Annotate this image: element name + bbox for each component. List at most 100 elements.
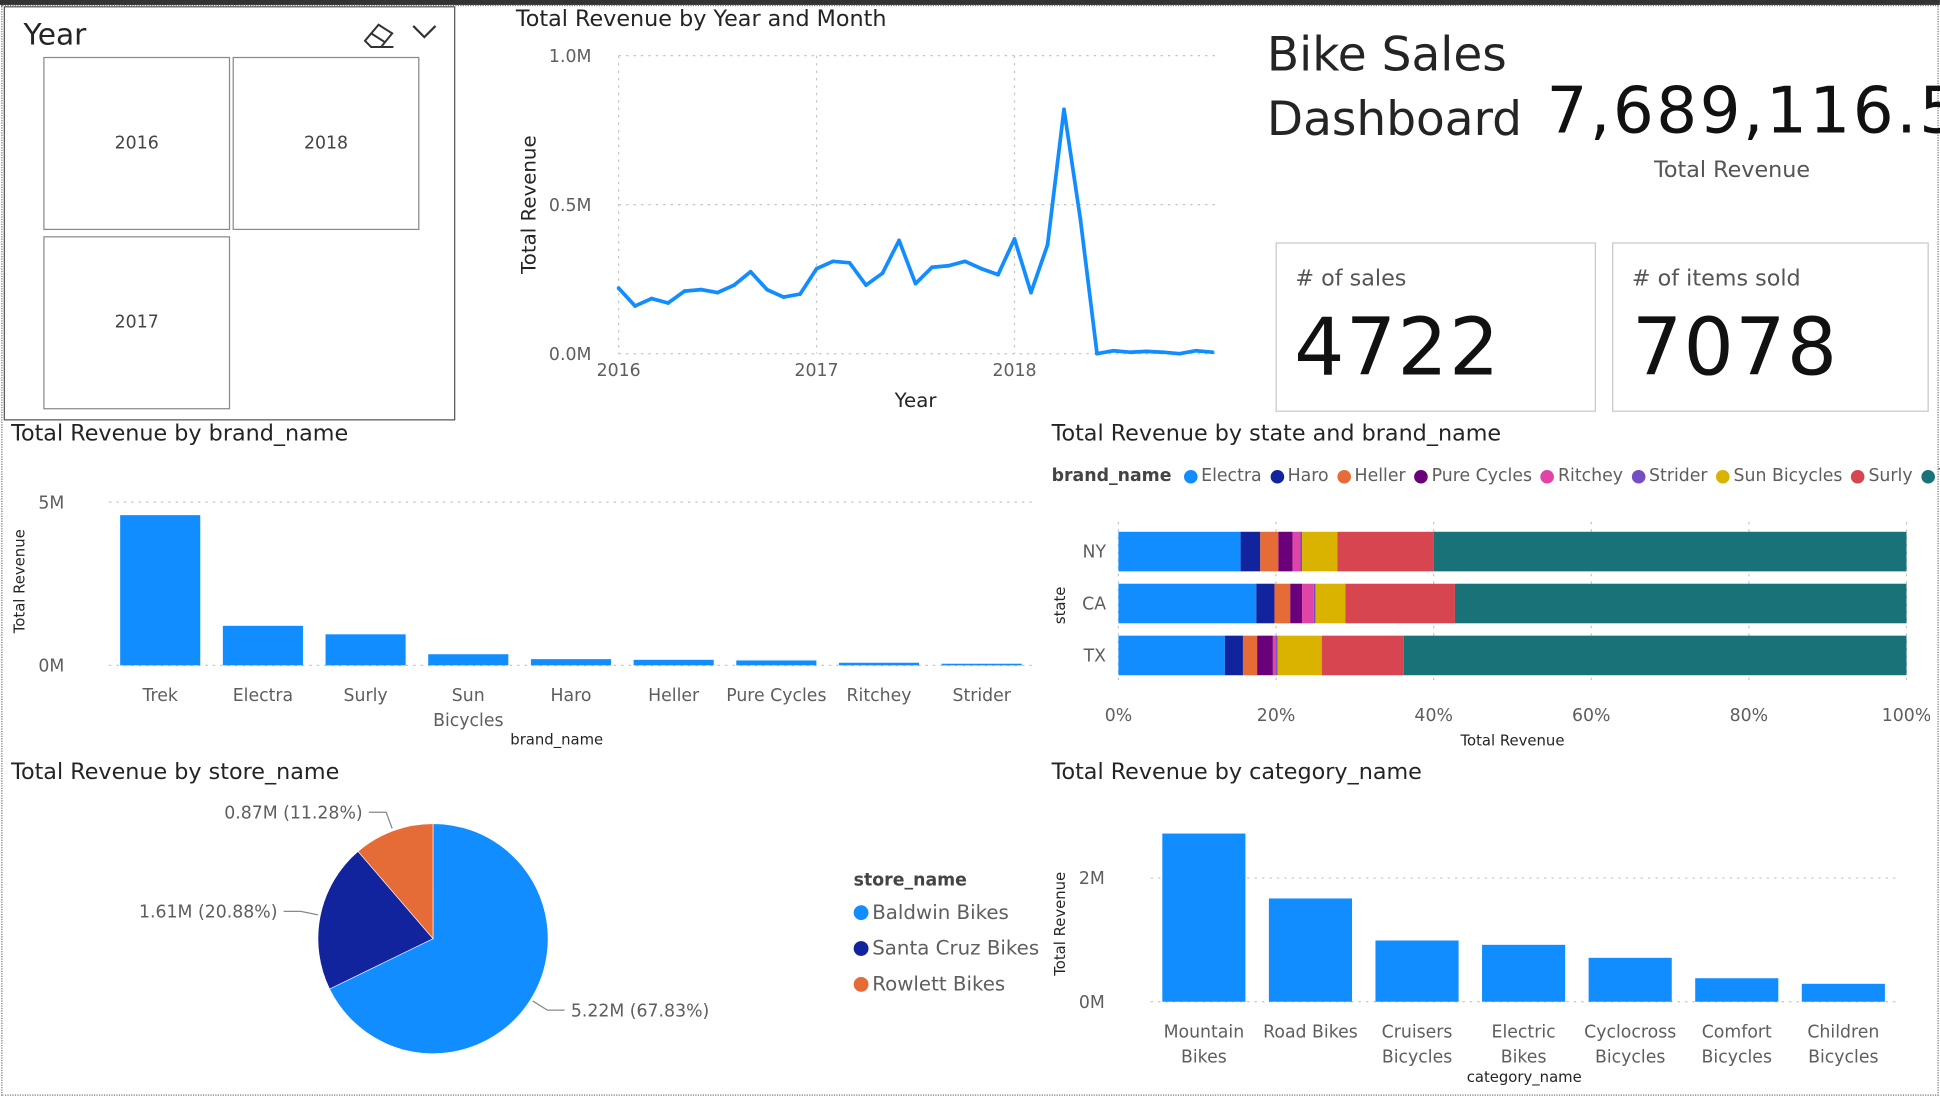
y-tick-label: NY: [1083, 543, 1107, 563]
bar[interactable]: [1695, 978, 1779, 1002]
bar-segment[interactable]: [1118, 531, 1241, 572]
bar[interactable]: [1482, 944, 1566, 1002]
x-tick-label: Ritchey: [847, 686, 912, 706]
bar-segment[interactable]: [1337, 531, 1434, 572]
bar-segment[interactable]: [1256, 583, 1275, 624]
leader-line: [368, 811, 393, 829]
chevron-down-icon[interactable]: [411, 22, 438, 42]
x-tick-label: Sun: [452, 686, 485, 706]
slicer-tile-2016[interactable]: 2016: [43, 56, 231, 231]
brand-bar-chart: 0M 5M Trek Electra Surly Sun Bicycles Haro Helle…: [12, 493, 1034, 748]
bar[interactable]: [1268, 898, 1353, 1002]
bar[interactable]: [428, 654, 509, 666]
line-point: [1095, 351, 1099, 356]
legend-item[interactable]: Rowlett Bikes: [853, 972, 1040, 996]
y-tick-label: 0M: [38, 657, 64, 677]
legend-item[interactable]: Trek: [1921, 466, 1940, 486]
series-line: [617, 107, 1213, 356]
line-point: [996, 272, 1000, 277]
line-point: [864, 283, 868, 288]
bar-segment[interactable]: [1433, 531, 1907, 572]
bar-segment[interactable]: [1118, 583, 1257, 624]
x-tick-label: 2017: [795, 361, 839, 381]
bar[interactable]: [633, 659, 714, 666]
bar[interactable]: [941, 663, 1022, 666]
x-tick-label: Cruisers: [1382, 1023, 1453, 1043]
bar-segment[interactable]: [1292, 531, 1301, 572]
bar-segment[interactable]: [1277, 635, 1322, 676]
category-bar-chart: 0M 2M Mountain Bikes Road Bikes Cruisers Bicyc…: [1052, 833, 1897, 1086]
bar[interactable]: [1162, 833, 1246, 1002]
line-point: [1144, 349, 1149, 354]
bar-segment[interactable]: [1313, 583, 1316, 624]
bar-segment[interactable]: [1224, 635, 1243, 676]
bar-segment[interactable]: [1403, 635, 1907, 676]
slicer-tile-2018[interactable]: 2018: [232, 56, 420, 231]
bar[interactable]: [325, 634, 406, 666]
legend-item[interactable]: Baldwin Bikes: [853, 900, 1040, 924]
line-point: [649, 296, 654, 301]
bar-segment[interactable]: [1302, 583, 1314, 624]
bar-segment[interactable]: [1118, 635, 1225, 676]
legend-item[interactable]: Sun Bicycles: [1716, 466, 1842, 486]
dashboard-title-line1: Bike Sales: [1266, 27, 1507, 82]
legend-item[interactable]: Pure Cycles: [1414, 466, 1532, 486]
legend-item[interactable]: Heller: [1337, 466, 1406, 486]
bar-segment[interactable]: [1315, 583, 1346, 624]
bar[interactable]: [1588, 957, 1672, 1002]
line-point: [1210, 350, 1215, 355]
items-value: 7078: [1631, 302, 1839, 395]
legend-item[interactable]: Strider: [1631, 466, 1708, 486]
bar[interactable]: [1375, 940, 1459, 1002]
slicer-tile-2017[interactable]: 2017: [43, 236, 231, 410]
legend-marker: [1337, 469, 1351, 483]
x-tick-label: Electra: [233, 686, 293, 706]
bar-segment[interactable]: [1321, 635, 1404, 676]
line-point: [616, 286, 621, 290]
bar-segment[interactable]: [1274, 583, 1291, 624]
bar-segment[interactable]: [1302, 531, 1338, 572]
bar[interactable]: [222, 625, 303, 666]
bar-segment[interactable]: [1278, 531, 1293, 572]
x-tick-label: Trek: [142, 686, 178, 706]
x-axis-label: Year: [894, 389, 938, 412]
bar-segment[interactable]: [1300, 531, 1303, 572]
legend-item[interactable]: Electra: [1183, 466, 1262, 486]
x-axis-label: category_name: [1467, 1069, 1582, 1086]
bar[interactable]: [736, 660, 817, 666]
eraser-icon[interactable]: [360, 19, 397, 51]
bar-segment[interactable]: [1276, 635, 1278, 676]
legend-item[interactable]: Ritchey: [1540, 466, 1624, 487]
bar-segment[interactable]: [1240, 531, 1261, 572]
y-axis-label: Total Revenue: [1052, 872, 1069, 977]
legend-marker: [1183, 469, 1198, 483]
bar[interactable]: [1801, 983, 1885, 1002]
bar[interactable]: [530, 659, 612, 666]
legend-label: Ritchey: [1558, 466, 1624, 487]
line-point: [831, 259, 835, 264]
x-tick-label: Children: [1807, 1023, 1879, 1043]
x-tick-label: Comfort: [1702, 1023, 1772, 1043]
line-point: [880, 271, 885, 276]
bar-segment[interactable]: [1272, 635, 1277, 676]
bar[interactable]: [838, 662, 920, 666]
bar-segment[interactable]: [1260, 531, 1279, 572]
bar-segment[interactable]: [1454, 583, 1907, 624]
x-tick-label: Cyclocross: [1584, 1023, 1676, 1043]
y-tick-label: 0M: [1079, 993, 1105, 1013]
bar-segment[interactable]: [1242, 635, 1258, 676]
bar[interactable]: [120, 515, 201, 666]
bar-segment[interactable]: [1290, 583, 1303, 624]
y-tick-label: CA: [1082, 595, 1106, 615]
bar-segment[interactable]: [1345, 583, 1455, 624]
y-tick-label: TX: [1083, 647, 1107, 667]
legend-title: store_name: [853, 870, 967, 891]
y-tick-label: 2M: [1079, 869, 1105, 889]
bar-segment[interactable]: [1257, 635, 1273, 676]
legend-item[interactable]: Haro: [1270, 466, 1329, 486]
legend-item[interactable]: Surly: [1851, 466, 1913, 486]
line-point: [765, 287, 769, 292]
legend-label: Pure Cycles: [1431, 466, 1533, 487]
line-chart-title: Total Revenue by Year and Month: [515, 6, 887, 33]
legend-item[interactable]: Santa Cruz Bikes: [853, 936, 1039, 960]
